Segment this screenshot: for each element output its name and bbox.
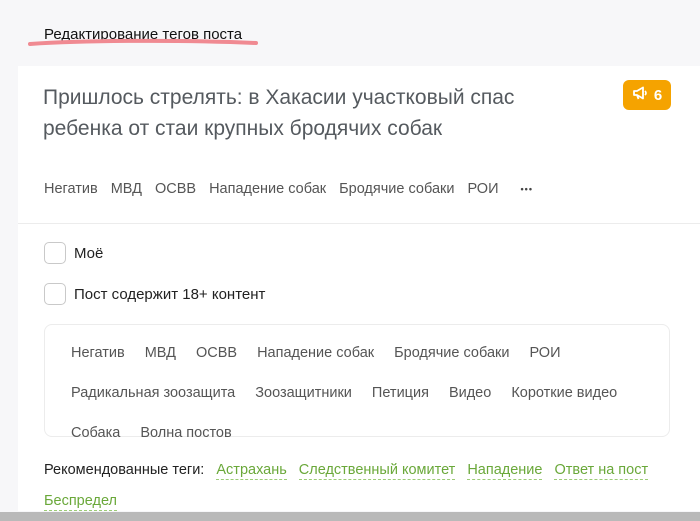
editor-tag[interactable]: МВД (145, 343, 176, 363)
mine-option[interactable]: Моё (44, 242, 103, 264)
recommended-tag[interactable]: Астрахань (216, 461, 287, 480)
tag-editor-list: Негатив МВД ОСВВ Нападение собак Бродячие со… (71, 343, 631, 443)
recommended-tag[interactable]: Следственный комитет (298, 461, 456, 480)
editor-tag[interactable]: Бродячие собаки (394, 343, 509, 363)
editor-tag[interactable]: Волна постов (140, 423, 231, 443)
editor-tag[interactable]: Радикальная зоозащита (71, 383, 235, 403)
post-tag[interactable]: Бродячие собаки (339, 181, 454, 197)
recommended-label: Рекомендованные теги: (44, 462, 205, 478)
post-header: Пришлось стрелять: в Хакасии участковый … (18, 66, 700, 224)
post-title[interactable]: Пришлось стрелять: в Хакасии участковый … (43, 82, 583, 144)
recommended-tag[interactable]: Беспредел (44, 492, 117, 511)
nsfw-label: Пост содержит 18+ контент (74, 285, 266, 303)
highlight-underline (28, 38, 258, 46)
megaphone-icon (632, 86, 648, 104)
editor-tag[interactable]: Короткие видео (511, 383, 617, 403)
post-tag[interactable]: Нападение собак (209, 181, 326, 197)
rating-badge[interactable]: 6 (623, 80, 671, 110)
editor-tag[interactable]: Зоозащитники (255, 383, 352, 403)
rating-value: 6 (653, 86, 663, 104)
editor-tag[interactable]: Видео (449, 383, 491, 403)
editor-tag[interactable]: РОИ (529, 343, 560, 363)
recommended-tags: Рекомендованные теги: Астрахань Следствен… (44, 455, 674, 517)
editor-tag[interactable]: Негатив (71, 343, 125, 363)
editor-tag[interactable]: Нападение собак (257, 343, 374, 363)
post-tag[interactable]: ОСВВ (155, 181, 196, 197)
editor-tag[interactable]: Собака (71, 423, 120, 443)
ellipsis-icon[interactable]: ••• (521, 184, 533, 194)
recommended-tag[interactable]: Нападение (467, 461, 543, 480)
post-card: Пришлось стрелять: в Хакасии участковый … (18, 66, 700, 511)
horizontal-scrollbar[interactable] (0, 512, 700, 521)
editor-tag[interactable]: Петиция (372, 383, 429, 403)
nsfw-option[interactable]: Пост содержит 18+ контент (44, 283, 265, 305)
nsfw-checkbox[interactable] (44, 283, 66, 305)
post-tags: Негатив МВД ОСВВ Нападение собак Бродячие со… (44, 181, 533, 197)
recommended-tag[interactable]: Ответ на пост (554, 461, 649, 480)
post-tag[interactable]: Негатив (44, 181, 98, 197)
mine-label: Моё (74, 244, 104, 262)
tag-editor[interactable]: Негатив МВД ОСВВ Нападение собак Бродячие со… (44, 324, 670, 441)
mine-checkbox[interactable] (44, 242, 66, 264)
post-tag[interactable]: РОИ (467, 181, 498, 197)
editor-tag[interactable]: ОСВВ (196, 343, 237, 363)
post-tag[interactable]: МВД (111, 181, 142, 197)
